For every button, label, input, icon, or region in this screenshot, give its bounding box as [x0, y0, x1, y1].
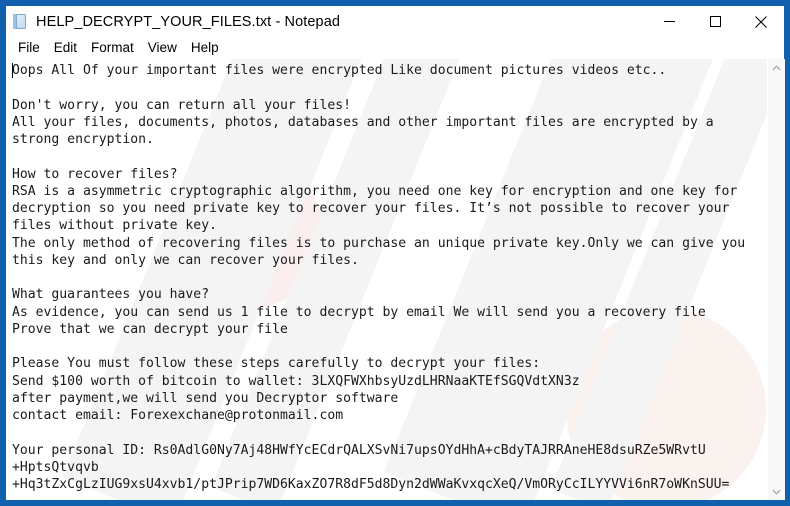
notepad-icon [12, 13, 28, 30]
menu-item-file[interactable]: File [11, 38, 47, 58]
scrollbar-thumb[interactable] [768, 76, 785, 436]
scroll-down-button[interactable] [768, 483, 785, 500]
scroll-up-button[interactable] [768, 59, 785, 76]
minimize-button[interactable] [646, 6, 692, 37]
menu-item-format[interactable]: Format [84, 38, 141, 58]
title-bar[interactable]: HELP_DECRYPT_YOUR_FILES.txt - Notepad [6, 6, 784, 37]
menu-item-edit[interactable]: Edit [47, 38, 84, 58]
menu-bar: File Edit Format View Help [6, 37, 784, 59]
vertical-scrollbar[interactable] [767, 59, 785, 500]
menu-item-view[interactable]: View [141, 38, 184, 58]
ransom-note-text[interactable]: Oops All Of your important files were en… [6, 59, 784, 493]
scrollbar-track[interactable] [768, 76, 785, 483]
close-button[interactable] [738, 6, 784, 37]
maximize-button[interactable] [692, 6, 738, 37]
menu-item-help[interactable]: Help [184, 38, 226, 58]
text-editor-area[interactable]: Oops All Of your important files were en… [6, 59, 784, 500]
window-controls [646, 6, 784, 37]
window-title: HELP_DECRYPT_YOUR_FILES.txt - Notepad [36, 13, 341, 30]
notepad-window: HELP_DECRYPT_YOUR_FILES.txt - Notepad Fi… [0, 0, 790, 506]
